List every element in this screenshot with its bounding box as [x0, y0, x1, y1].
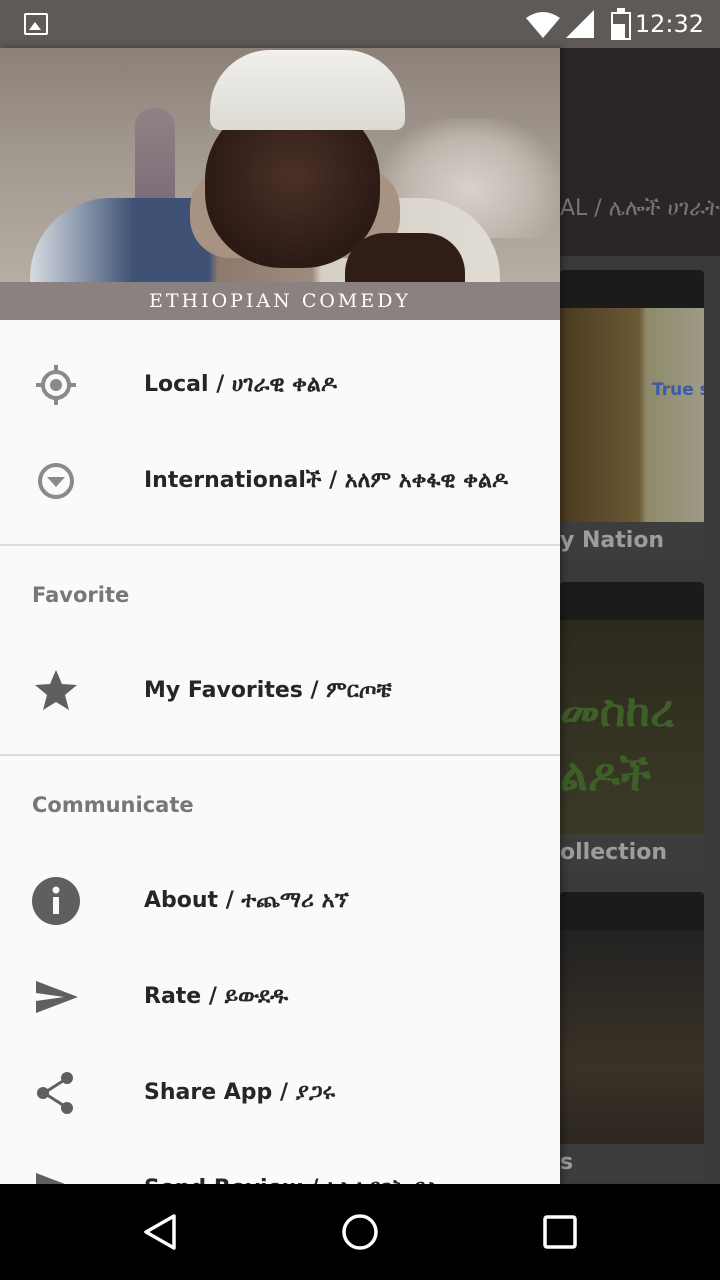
menu-item-label: Send Review / ኣስተያየት ይስጡ	[144, 1141, 462, 1184]
status-bar: 12:32	[0, 0, 720, 48]
divider	[0, 754, 560, 756]
menu-item-label: About / ተጨማሪ አኘ	[144, 888, 349, 913]
star-icon	[35, 670, 77, 710]
card-caption: ollection	[560, 834, 704, 872]
home-icon[interactable]	[340, 1212, 380, 1252]
back-icon[interactable]	[140, 1212, 180, 1252]
wifi-icon	[526, 12, 560, 38]
dropdown-circle-icon	[38, 463, 74, 499]
info-icon	[32, 877, 80, 925]
divider	[0, 544, 560, 546]
menu-item-label: My Favorites / ምርጦቼ	[144, 678, 392, 703]
menu-item-label: Internationalች / አለም አቀፋዊ ቀልዶ	[144, 468, 508, 493]
menu-item-label: Share App / ያጋሩ	[144, 1080, 336, 1105]
drawer-header-title: ETHIOPIAN COMEDY	[0, 282, 560, 320]
system-nav-bar	[0, 1184, 720, 1280]
card-art-text: መስከረ ልዶች	[560, 686, 675, 801]
menu-item-label: Local / ሀገራዊ ቀልዶ	[144, 372, 337, 397]
card-thumbnail	[560, 930, 704, 1156]
gps-target-icon	[36, 365, 76, 405]
menu-item-rate[interactable]: Rate / ይውደዱ	[0, 949, 560, 1045]
status-time: 12:32	[634, 10, 704, 38]
menu-item-my-favorites[interactable]: My Favorites / ምርጦቼ	[0, 643, 560, 739]
signal-icon	[566, 10, 594, 38]
battery-icon	[611, 8, 631, 40]
menu-item-label: Rate / ይውደዱ	[144, 984, 289, 1009]
recents-icon[interactable]	[542, 1214, 578, 1250]
background-toolbar-title: AL / ሌሎች ሀገራት	[560, 196, 720, 221]
card-art-text: True st	[652, 380, 704, 400]
menu-item-share-app[interactable]: Share App / ያጋሩ	[0, 1045, 560, 1141]
section-title-communicate: Communicate	[32, 793, 194, 817]
card-thumbnail: መስከረ ልዶች	[560, 620, 704, 846]
menu-item-international[interactable]: Internationalች / አለም አቀፋዊ ቀልዶ	[0, 433, 560, 529]
send-icon	[36, 981, 78, 1013]
send-icon	[36, 1173, 65, 1184]
navigation-drawer: ETHIOPIAN COMEDY Local / ሀገራዊ ቀልዶ Intern…	[0, 48, 560, 1184]
background-card[interactable]: s	[560, 892, 704, 1182]
image-notification-icon	[24, 13, 48, 35]
comedian-photo	[0, 48, 560, 282]
drawer-header: ETHIOPIAN COMEDY	[0, 48, 560, 320]
background-card[interactable]: True st y Nation	[560, 270, 704, 560]
background-card[interactable]: መስከረ ልዶች ollection	[560, 582, 704, 872]
card-caption: y Nation	[560, 522, 704, 560]
menu-item-local[interactable]: Local / ሀገራዊ ቀልዶ	[0, 337, 560, 433]
menu-item-about[interactable]: About / ተጨማሪ አኘ	[0, 853, 560, 949]
card-thumbnail: True st	[560, 308, 704, 534]
card-caption: s	[560, 1144, 704, 1182]
section-title-favorite: Favorite	[32, 583, 130, 607]
share-icon	[37, 1072, 73, 1114]
menu-item-send-review[interactable]: Send Review / ኣስተያየት ይስጡ	[0, 1141, 560, 1184]
